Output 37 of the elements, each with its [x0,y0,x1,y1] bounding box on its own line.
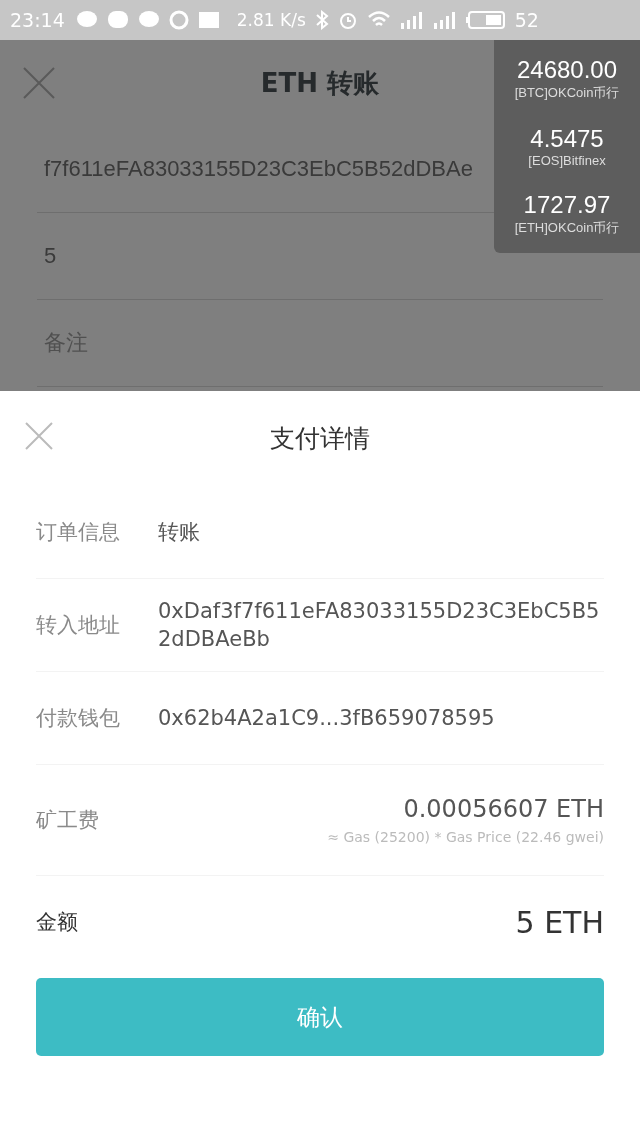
amount-field[interactable]: 5 [44,243,57,269]
close-icon[interactable] [24,421,54,451]
row-value: 转账 [158,519,200,546]
row-label: 订单信息 [36,519,121,546]
ticker-price: 24680.00 [516,55,618,84]
ring-icon [168,10,189,30]
fee-value: 0.00056607 ETH [403,795,604,823]
row-value: 0xDaf3f7f611eFA83033155D23C3EbC5B52dDBAeBb [158,598,601,653]
ticker-source: [ETH]OKCoin币行 [514,219,620,238]
battery-icon [465,10,506,30]
ticker-source: [BTC]OKCoin币行 [514,83,620,102]
signal-icon [432,10,457,30]
chat-icon [75,10,98,30]
row-label: 金额 [36,909,79,936]
alarm-icon [337,10,358,30]
row-label: 转入地址 [36,612,121,639]
clock: 23:14 [10,9,65,31]
address-field[interactable]: f7f611eFA83033155D23C3EbC5B52dDBAe [44,156,473,182]
fee-formula: ≈ Gas (25200) * Gas Price (22.46 gwei) [327,829,604,845]
ticker-source: [EOS]Bitfinex [528,153,606,168]
total-amount: 5 ETH [514,904,604,940]
message-icon [106,10,129,30]
row-value: 0x62b4A2a1C9...3fB659078595 [158,705,495,732]
sheet-title: 支付详情 [270,423,370,455]
network-speed: 2.81 K/s [236,10,306,30]
row-label: 付款钱包 [36,705,121,732]
signal-icon [399,10,424,30]
ticker-price: 4.5475 [530,125,604,153]
bluetooth-icon [314,10,329,30]
confirm-button[interactable]: 确认 [36,978,604,1056]
ticker-price: 1727.97 [523,191,611,220]
image-icon [197,10,220,30]
row-label: 矿工费 [36,807,100,834]
battery-level: 52 [514,9,539,31]
page-title: ETH 转账 [260,66,380,100]
chat-icon [137,10,160,30]
close-icon[interactable] [22,66,56,100]
